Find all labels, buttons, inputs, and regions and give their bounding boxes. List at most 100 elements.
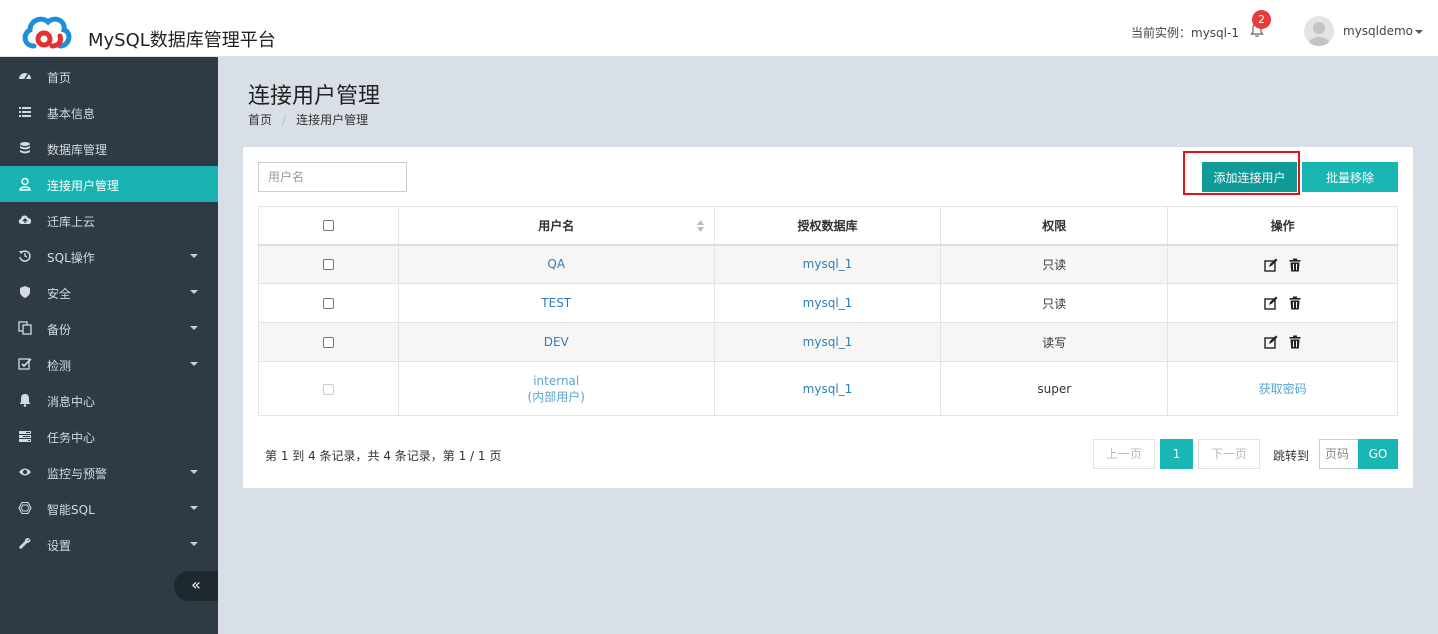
get-password-link[interactable]: 获取密码 <box>1259 382 1307 396</box>
user-icon <box>19 177 31 191</box>
chevron-down-icon <box>190 326 198 330</box>
sidebar-item-0[interactable]: 首页 <box>0 58 218 94</box>
sidebar-item-9[interactable]: 消息中心 <box>0 382 218 418</box>
chevron-down-icon <box>190 542 198 546</box>
sidebar-item-1[interactable]: 基本信息 <box>0 94 218 130</box>
table-row: internal (内部用户) mysql_1 super 获取密码 <box>258 361 1398 416</box>
database-icon <box>20 142 30 154</box>
next-page-button[interactable]: 下一页 <box>1198 439 1260 469</box>
breadcrumb-home[interactable]: 首页 <box>248 113 272 127</box>
dashboard-icon <box>19 73 31 80</box>
sort-icon[interactable] <box>696 220 704 232</box>
column-header-username-label: 用户名 <box>538 218 575 233</box>
bell-icon <box>19 394 31 407</box>
current-page-button[interactable]: 1 <box>1160 439 1193 469</box>
notification-badge[interactable]: 2 <box>1252 10 1271 29</box>
sidebar-item-label: 检测 <box>47 359 72 373</box>
check-square-icon <box>18 358 32 370</box>
row-select-cell <box>258 322 399 362</box>
column-header-username[interactable]: 用户名 <box>397 206 715 246</box>
username-label[interactable]: mysqldemo <box>1343 24 1413 38</box>
sidebar-item-8[interactable]: 检测 <box>0 346 218 382</box>
sidebar-item-4[interactable]: 迁库上云 <box>0 202 218 238</box>
sidebar-item-label: 监控与预警 <box>47 467 108 481</box>
batch-remove-button[interactable]: 批量移除 <box>1302 162 1398 192</box>
row-checkbox[interactable] <box>322 259 334 271</box>
action-cell <box>1167 322 1398 362</box>
permission-cell: super <box>940 361 1169 416</box>
edit-icon[interactable] <box>1263 335 1278 349</box>
edit-icon[interactable] <box>1263 296 1278 310</box>
chevron-down-icon <box>190 254 198 258</box>
sidebar-item-label: 设置 <box>47 539 72 553</box>
sidebar-item-label: 备份 <box>47 323 72 337</box>
top-header: MySQL数据库管理平台 当前实例：mysql-1 2 mysqldemo <box>0 0 1438 57</box>
row-checkbox <box>322 383 334 395</box>
select-all-cell <box>258 206 399 246</box>
table-row: DEV mysql_1 读写 <box>258 322 1398 362</box>
chevron-down-icon <box>190 362 198 366</box>
chevron-down-icon <box>190 506 198 510</box>
database-cell[interactable]: mysql_1 <box>713 361 942 416</box>
table-row: TEST mysql_1 只读 <box>258 283 1398 323</box>
row-checkbox[interactable] <box>322 298 334 309</box>
sidebar-item-label: 首页 <box>47 71 72 85</box>
sidebar-item-5[interactable]: SQL操作 <box>0 238 218 274</box>
username-cell[interactable]: internal (内部用户) <box>397 361 715 416</box>
sidebar-item-11[interactable]: 监控与预警 <box>0 454 218 490</box>
sidebar-item-label: 安全 <box>47 287 72 301</box>
user-avatar-icon <box>1308 22 1330 46</box>
wrench-icon <box>19 537 31 549</box>
records-summary: 第 1 到 4 条记录，共 4 条记录，第 1 / 1 页 <box>265 449 502 463</box>
row-select-cell <box>258 283 399 323</box>
sidebar-item-label: 连接用户管理 <box>47 179 120 193</box>
username-search-input[interactable] <box>258 162 407 192</box>
permission-cell: 只读 <box>940 283 1169 323</box>
sidebar-item-label: 数据库管理 <box>47 143 108 157</box>
table-row: QA mysql_1 只读 <box>258 244 1398 284</box>
sidebar-item-13[interactable]: 设置 <box>0 526 218 562</box>
list-icon <box>19 107 31 117</box>
database-cell[interactable]: mysql_1 <box>713 283 942 323</box>
action-cell: 获取密码 <box>1167 361 1398 416</box>
sidebar-item-10[interactable]: 任务中心 <box>0 418 218 454</box>
chevron-down-icon <box>190 290 198 294</box>
go-button[interactable]: GO <box>1358 439 1398 469</box>
column-header-actions: 操作 <box>1167 206 1398 246</box>
history-icon <box>19 250 31 262</box>
breadcrumb-separator: / <box>282 113 287 127</box>
page-number-input[interactable] <box>1319 439 1359 469</box>
row-checkbox[interactable] <box>322 337 334 348</box>
breadcrumb-current: 连接用户管理 <box>296 113 369 127</box>
user-menu-caret-icon[interactable] <box>1415 30 1423 34</box>
cloud-upload-icon <box>18 215 32 224</box>
current-instance[interactable]: 当前实例：mysql-1 <box>1131 24 1239 41</box>
trash-icon[interactable] <box>1288 258 1302 272</box>
prev-page-button[interactable]: 上一页 <box>1093 439 1155 469</box>
add-connection-user-button[interactable]: 添加连接用户 <box>1202 162 1297 192</box>
username-cell[interactable]: QA <box>397 244 715 284</box>
database-cell[interactable]: mysql_1 <box>713 322 942 362</box>
hexagon-icon <box>18 501 32 515</box>
avatar[interactable] <box>1304 16 1334 46</box>
sidebar-item-3[interactable]: 连接用户管理 <box>0 166 218 202</box>
edit-icon[interactable] <box>1263 258 1278 272</box>
database-cell[interactable]: mysql_1 <box>713 244 942 284</box>
eye-icon <box>19 468 31 476</box>
select-all-checkbox[interactable] <box>322 220 334 232</box>
page-title: 连接用户管理 <box>248 84 381 109</box>
sidebar-collapse-button[interactable]: « <box>174 571 218 601</box>
trash-icon[interactable] <box>1288 335 1302 349</box>
sidebar-item-label: 消息中心 <box>47 395 96 409</box>
chevron-down-icon <box>190 470 198 474</box>
table-header-row: 用户名 授权数据库 权限 操作 <box>258 206 1398 246</box>
sidebar-item-2[interactable]: 数据库管理 <box>0 130 218 166</box>
sidebar: 首页基本信息数据库管理连接用户管理迁库上云 SQL操作安全备份检测消息中心任务中心… <box>0 57 218 634</box>
sidebar-item-7[interactable]: 备份 <box>0 310 218 346</box>
sidebar-item-12[interactable]: 智能SQL <box>0 490 218 526</box>
sidebar-item-label: 智能SQL <box>47 503 95 517</box>
sidebar-item-6[interactable]: 安全 <box>0 274 218 310</box>
trash-icon[interactable] <box>1288 296 1302 310</box>
username-cell[interactable]: TEST <box>397 283 715 323</box>
username-cell[interactable]: DEV <box>397 322 715 362</box>
